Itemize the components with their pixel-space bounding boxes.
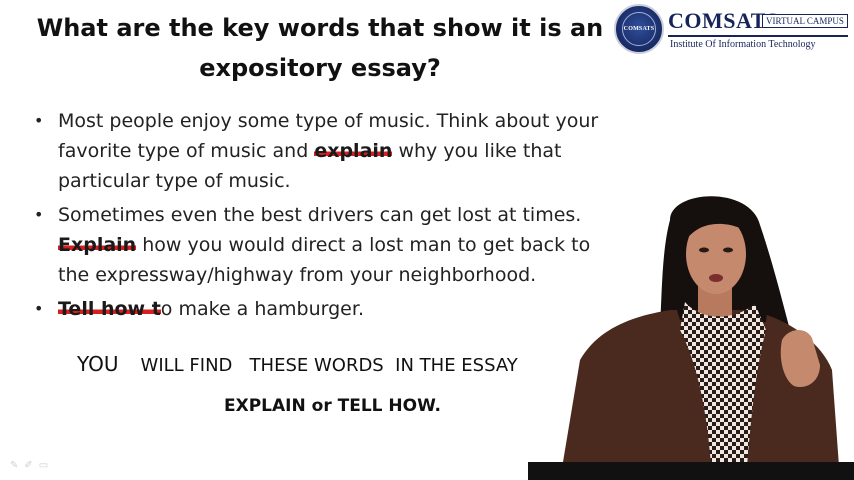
find-line: YOU WILL FIND THESE WORDS IN THE ESSAY [77, 352, 518, 376]
highlighted-keyword: Explain [58, 234, 137, 256]
highlighted-keyword: explain [314, 140, 393, 162]
player-controls: ✎ ✐ ▭ [10, 460, 48, 472]
brand-subtitle: Institute Of Information Technology [670, 39, 816, 50]
slides-icon[interactable]: ▭ [39, 460, 48, 472]
bullet-text: how you would direct a lost man to get b… [58, 234, 591, 286]
bullet-dot-icon: • [34, 111, 44, 130]
bullet-dot-icon: • [34, 299, 44, 318]
eraser-icon[interactable]: ✐ [24, 460, 32, 472]
bullet-text: Sometimes even the best drivers can get … [58, 204, 582, 226]
presenter-figure [528, 196, 854, 480]
virtual-campus-badge: VIRTUAL CAMPUS [762, 14, 848, 28]
slide-title: What are the key words that show it is a… [36, 14, 604, 82]
pen-icon[interactable]: ✎ [10, 460, 18, 472]
bullet-item: • Most people enjoy some type of music. … [34, 106, 624, 196]
highlighted-keyword: Tell how t [58, 298, 161, 320]
emphasis-line: EXPLAIN or TELL HOW. [224, 396, 441, 416]
find-you: YOU [77, 352, 119, 376]
find-rest: WILL FIND THESE WORDS IN THE ESSAY [140, 355, 518, 376]
bullet-text: o make a hamburger. [160, 298, 364, 320]
brand-divider [668, 35, 848, 37]
comsats-logo: COMSATS COMSATS VIRTUAL CAMPUS Institute… [614, 4, 850, 58]
comsats-seal-icon: COMSATS [614, 4, 664, 54]
bullet-dot-icon: • [34, 205, 44, 224]
seal-text: COMSATS [623, 26, 655, 32]
slide: What are the key words that show it is a… [0, 0, 854, 480]
